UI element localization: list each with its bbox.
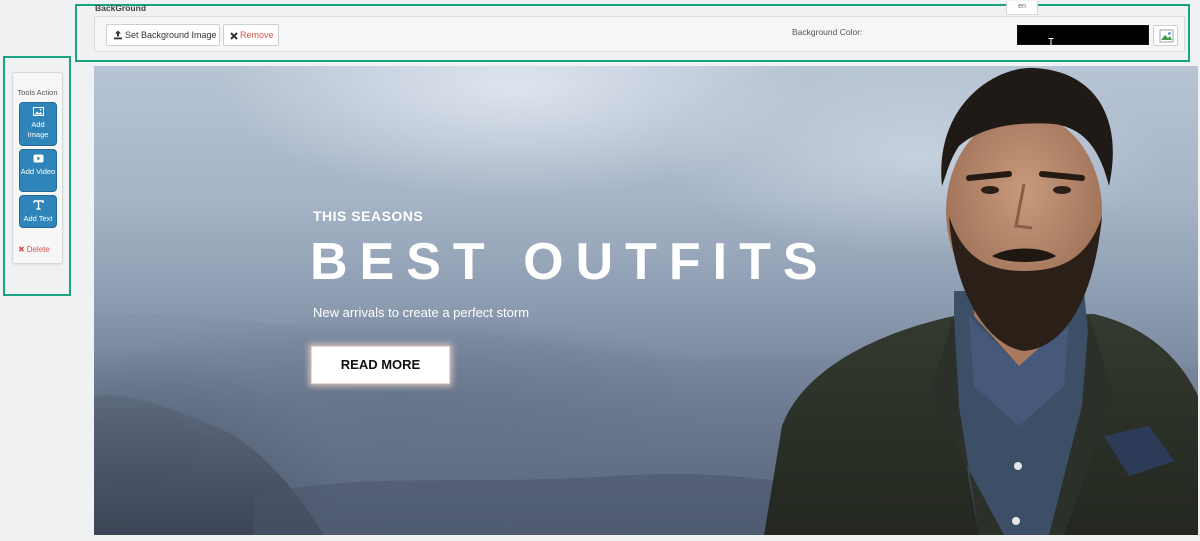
read-more-button[interactable]: READ MORE bbox=[311, 346, 450, 384]
hero-text: New arrivals to create a perfect storm bbox=[313, 305, 530, 320]
background-heading: BackGround bbox=[95, 3, 147, 13]
close-icon bbox=[230, 27, 238, 47]
remove-button[interactable]: Remove bbox=[223, 24, 279, 46]
remove-label: Remove bbox=[240, 30, 274, 40]
hero-banner[interactable]: THIS SEASONS BEST OUTFITS New arrivals t… bbox=[94, 66, 1198, 535]
text-cursor-icon bbox=[1048, 35, 1054, 48]
background-color-label: Background Color: bbox=[792, 27, 863, 37]
color-picker-button[interactable] bbox=[1153, 25, 1178, 46]
add-text-button[interactable]: Add Text bbox=[19, 195, 57, 228]
add-text-label: Add Text bbox=[23, 214, 53, 223]
add-image-label: Add Image bbox=[27, 120, 49, 139]
video-play-icon bbox=[20, 154, 56, 166]
add-video-button[interactable]: Add Video bbox=[19, 149, 57, 192]
image-icon bbox=[20, 107, 56, 119]
add-image-button[interactable]: Add Image bbox=[19, 102, 57, 146]
add-video-label: Add Video bbox=[20, 167, 56, 176]
close-icon: ✖ bbox=[18, 245, 25, 254]
delete-label: Delete bbox=[26, 245, 50, 254]
tools-action-panel: Tools Action Add Image Add Video Add Tex… bbox=[12, 72, 63, 264]
hero-subheading: THIS SEASONS bbox=[313, 208, 424, 224]
language-select[interactable]: en bbox=[1006, 1, 1038, 15]
upload-icon bbox=[113, 27, 123, 47]
background-color-input[interactable] bbox=[1017, 25, 1149, 45]
hero-title: BEST OUTFITS bbox=[310, 233, 830, 291]
tools-action-title: Tools Action bbox=[17, 88, 58, 97]
delete-button[interactable]: ✖ Delete bbox=[18, 245, 50, 254]
model-photo bbox=[764, 67, 1198, 535]
text-icon bbox=[20, 200, 56, 213]
broken-image-icon bbox=[1159, 29, 1174, 43]
set-background-image-label: Set Background Image bbox=[125, 30, 217, 40]
set-background-image-button[interactable]: Set Background Image bbox=[106, 24, 220, 46]
